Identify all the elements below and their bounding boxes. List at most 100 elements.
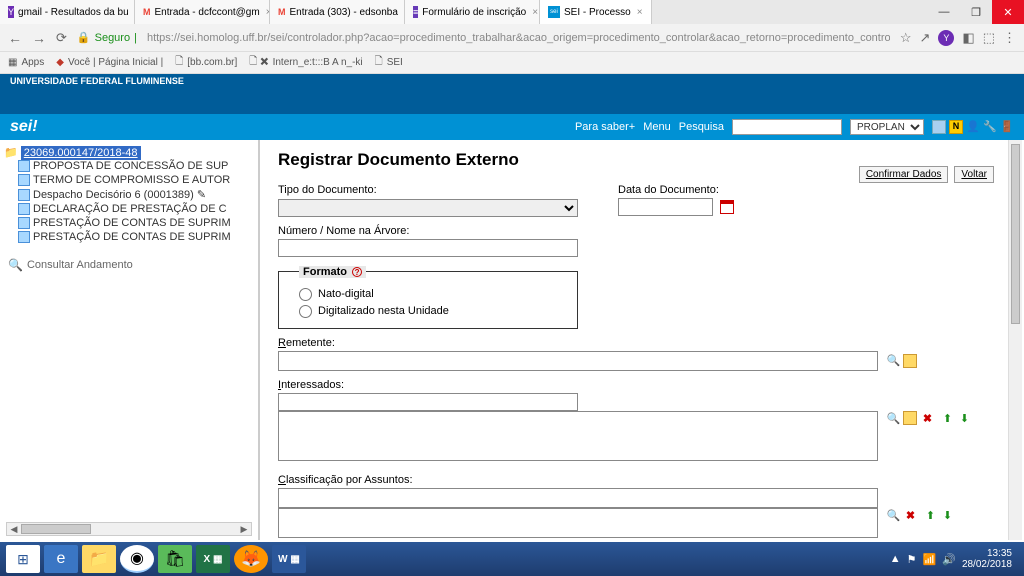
search-icon: 🔍 bbox=[8, 258, 23, 272]
start-button[interactable]: ⊞ bbox=[6, 545, 40, 573]
interessados-list[interactable] bbox=[278, 411, 878, 461]
nato-digital-radio[interactable] bbox=[299, 288, 312, 301]
process-number[interactable]: 23069.000147/2018-48 bbox=[21, 146, 141, 160]
search-icon[interactable]: 🔍 bbox=[886, 354, 900, 368]
bookmark-item[interactable]: 🗋 [bb.com.br] bbox=[175, 54, 237, 71]
star-icon[interactable]: ☆ bbox=[900, 30, 912, 46]
sei-logo[interactable]: sei! bbox=[10, 118, 38, 136]
tree-doc-item[interactable]: PRESTAÇÃO DE CONTAS DE SUPRIM bbox=[4, 216, 254, 230]
select-icon[interactable] bbox=[903, 354, 917, 368]
remove-icon[interactable]: ✖ bbox=[903, 508, 917, 522]
move-up-icon[interactable]: ⬆ bbox=[923, 508, 937, 522]
unit-select[interactable]: PROPLAN bbox=[850, 119, 924, 135]
numero-nome-label: Número / Nome na Árvore: bbox=[278, 225, 1006, 237]
data-documento-input[interactable] bbox=[618, 198, 713, 216]
tray-up-icon[interactable]: ▲ bbox=[890, 553, 901, 565]
vertical-scrollbar[interactable] bbox=[1008, 140, 1022, 540]
maximize-button[interactable]: ❐ bbox=[960, 0, 992, 24]
classificacao-list[interactable] bbox=[278, 508, 878, 538]
firefox-taskbar-icon[interactable]: 🦊 bbox=[234, 545, 268, 573]
select-icon[interactable] bbox=[903, 411, 917, 425]
classificacao-label: Classificação por Assuntos: bbox=[278, 474, 1006, 486]
minimize-button[interactable]: — bbox=[928, 0, 960, 24]
share-icon[interactable]: ↗ bbox=[920, 30, 931, 46]
remetente-input[interactable] bbox=[278, 351, 878, 371]
digitalizado-label: Digitalizado nesta Unidade bbox=[318, 305, 449, 317]
browser-tab[interactable]: Y gmail - Resultados da bu × bbox=[0, 0, 135, 24]
exit-icon[interactable]: 🚪 bbox=[1000, 120, 1014, 134]
bookmark-item[interactable]: 🗋 ✖ Intern_e:t:::B A n_-ki bbox=[249, 54, 362, 71]
browser-tab[interactable]: M Entrada - dcfccont@gm × bbox=[135, 0, 270, 24]
tray-clock[interactable]: 13:35 28/02/2018 bbox=[962, 548, 1018, 570]
forward-button[interactable]: → bbox=[32, 30, 46, 46]
reload-button[interactable]: ⟳ bbox=[56, 30, 67, 46]
consultar-andamento-link[interactable]: 🔍 Consultar Andamento bbox=[4, 254, 254, 272]
list-icon[interactable] bbox=[932, 120, 946, 134]
classificacao-input[interactable] bbox=[278, 488, 878, 508]
confirmar-dados-button[interactable]: Confirmar Dados bbox=[859, 166, 949, 183]
tree-doc-item[interactable]: TERMO DE COMPROMISSO E AUTOR bbox=[4, 173, 254, 187]
word-taskbar-icon[interactable]: W ▦ bbox=[272, 545, 306, 573]
link-menu[interactable]: Menu bbox=[643, 121, 671, 133]
org-header: UNIVERSIDADE FEDERAL FLUMINENSE bbox=[0, 74, 1024, 114]
gmail-icon: M bbox=[143, 6, 151, 18]
scroll-thumb[interactable] bbox=[21, 524, 91, 534]
tree-doc-item[interactable]: PRESTAÇÃO DE CONTAS DE SUPRIM bbox=[4, 230, 254, 244]
tray-flag-icon[interactable]: ⚑ bbox=[907, 553, 917, 566]
scroll-left-icon[interactable]: ◀ bbox=[7, 524, 21, 535]
close-window-button[interactable]: ✕ bbox=[992, 0, 1024, 24]
tree-doc-item[interactable]: Despacho Decisório 6 (0001389) ✎ bbox=[4, 187, 254, 202]
link-pesquisa[interactable]: Pesquisa bbox=[679, 121, 724, 133]
close-icon[interactable]: × bbox=[532, 7, 538, 18]
help-icon[interactable]: ? bbox=[352, 267, 362, 277]
browser-tab[interactable]: M Entrada (303) - edsonba × bbox=[270, 0, 405, 24]
menu-icon[interactable]: ⋮ bbox=[1003, 30, 1016, 46]
scroll-right-icon[interactable]: ▶ bbox=[237, 524, 251, 535]
bookmark-item[interactable]: ◆ Você | Página Inicial | bbox=[56, 57, 163, 68]
address-bar[interactable]: https://sei.homolog.uff.br/sei/controlad… bbox=[147, 32, 890, 44]
search-icon[interactable]: 🔍 bbox=[886, 411, 900, 425]
close-icon[interactable]: × bbox=[637, 7, 643, 18]
bookmark-item[interactable]: 🗋 SEI bbox=[375, 54, 403, 71]
voltar-button[interactable]: Voltar bbox=[954, 166, 994, 183]
config-icon[interactable]: 🔧 bbox=[983, 120, 997, 134]
search-icon[interactable]: 🔍 bbox=[886, 508, 900, 522]
ie-taskbar-icon[interactable]: e bbox=[44, 545, 78, 573]
move-down-icon[interactable]: ⬇ bbox=[957, 411, 971, 425]
excel-taskbar-icon[interactable]: X ▦ bbox=[196, 545, 230, 573]
tree-doc-item[interactable]: DECLARAÇÃO DE PRESTAÇÃO DE C bbox=[4, 202, 254, 216]
chrome-taskbar-icon[interactable]: ◉ bbox=[120, 545, 154, 573]
novidades-icon[interactable]: N bbox=[949, 120, 963, 134]
numero-nome-input[interactable] bbox=[278, 239, 578, 257]
browser-tab-active[interactable]: sei SEI - Processo × bbox=[540, 0, 652, 24]
tipo-documento-select[interactable] bbox=[278, 199, 578, 217]
calendar-icon[interactable] bbox=[720, 200, 734, 214]
yahoo-ext-icon[interactable]: Y bbox=[938, 30, 954, 46]
interessados-input[interactable] bbox=[278, 393, 578, 411]
data-documento-label: Data do Documento: bbox=[618, 184, 734, 196]
tab-label: SEI - Processo bbox=[564, 7, 631, 18]
document-icon bbox=[18, 160, 30, 172]
tree-doc-item[interactable]: PROPOSTA DE CONCESSÃO DE SUP bbox=[4, 159, 254, 173]
explorer-taskbar-icon[interactable]: 📁 bbox=[82, 545, 116, 573]
tray-network-icon[interactable]: 📶 bbox=[923, 553, 937, 566]
gmail-icon: M bbox=[278, 6, 286, 18]
horizontal-scrollbar[interactable]: ◀ ▶ bbox=[6, 522, 252, 536]
browser-tab[interactable]: ≡ Formulário de inscrição × bbox=[405, 0, 540, 24]
digitalizado-radio[interactable] bbox=[299, 305, 312, 318]
apps-button[interactable]: ▦ Apps bbox=[8, 57, 44, 68]
user-icon[interactable]: 👤 bbox=[966, 120, 980, 134]
document-icon bbox=[18, 189, 30, 201]
back-button[interactable]: ← bbox=[8, 30, 22, 46]
remove-icon[interactable]: ✖ bbox=[920, 411, 934, 425]
link-para-saber[interactable]: Para saber+ bbox=[575, 121, 635, 133]
tray-volume-icon[interactable]: 🔊 bbox=[942, 553, 956, 566]
ext-icon[interactable]: ◧ bbox=[962, 30, 974, 46]
scroll-thumb[interactable] bbox=[1011, 144, 1020, 324]
lock-icon: 🔒 bbox=[77, 31, 91, 44]
search-input[interactable] bbox=[732, 119, 842, 135]
move-up-icon[interactable]: ⬆ bbox=[940, 411, 954, 425]
ext-icon[interactable]: ⬚ bbox=[983, 30, 995, 46]
move-down-icon[interactable]: ⬇ bbox=[940, 508, 954, 522]
store-taskbar-icon[interactable]: 🛍 bbox=[158, 545, 192, 573]
